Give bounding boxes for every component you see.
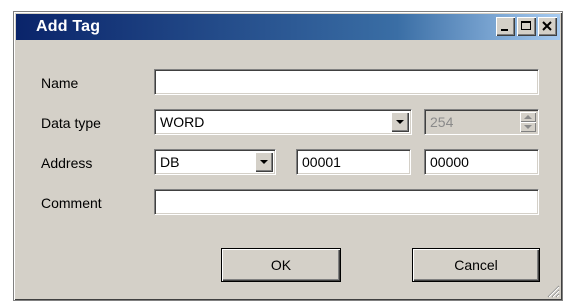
spin-up-button — [520, 112, 536, 122]
address-area-select[interactable]: DB — [154, 149, 276, 175]
add-tag-dialog: Add Tag Name Data type WORD 254 Address … — [13, 11, 563, 301]
data-type-value: WORD — [160, 114, 205, 130]
close-icon — [542, 21, 552, 31]
cancel-button[interactable]: Cancel — [412, 248, 540, 282]
length-value: 254 — [430, 114, 454, 130]
maximize-button[interactable] — [517, 17, 536, 36]
data-type-label: Data type — [41, 115, 101, 131]
chevron-down-icon — [260, 160, 268, 164]
maximize-icon — [521, 21, 531, 30]
minimize-button[interactable] — [496, 17, 515, 36]
data-type-select[interactable]: WORD — [154, 109, 412, 135]
length-spinner: 254 — [424, 109, 539, 135]
address-area-value: DB — [160, 154, 180, 170]
address-area-dropdown-button[interactable] — [255, 152, 273, 172]
address-label: Address — [41, 155, 93, 171]
name-label: Name — [41, 75, 79, 91]
address-db-input[interactable]: 00001 — [296, 149, 411, 175]
resize-grip-icon[interactable] — [546, 284, 560, 298]
length-spin-buttons — [520, 112, 536, 132]
arrow-up-icon — [524, 115, 532, 119]
title-bar[interactable]: Add Tag — [16, 14, 560, 40]
data-type-dropdown-button[interactable] — [391, 112, 409, 132]
close-button[interactable] — [538, 17, 557, 36]
minimize-icon — [501, 29, 508, 31]
spin-down-button — [520, 122, 536, 132]
address-offset-input[interactable]: 00000 — [424, 149, 539, 175]
dialog-title: Add Tag — [36, 18, 101, 35]
comment-input[interactable] — [154, 189, 539, 215]
comment-label: Comment — [41, 195, 102, 211]
ok-button[interactable]: OK — [221, 248, 341, 282]
chevron-down-icon — [396, 120, 404, 124]
name-input[interactable] — [154, 69, 539, 95]
arrow-down-icon — [524, 125, 532, 129]
